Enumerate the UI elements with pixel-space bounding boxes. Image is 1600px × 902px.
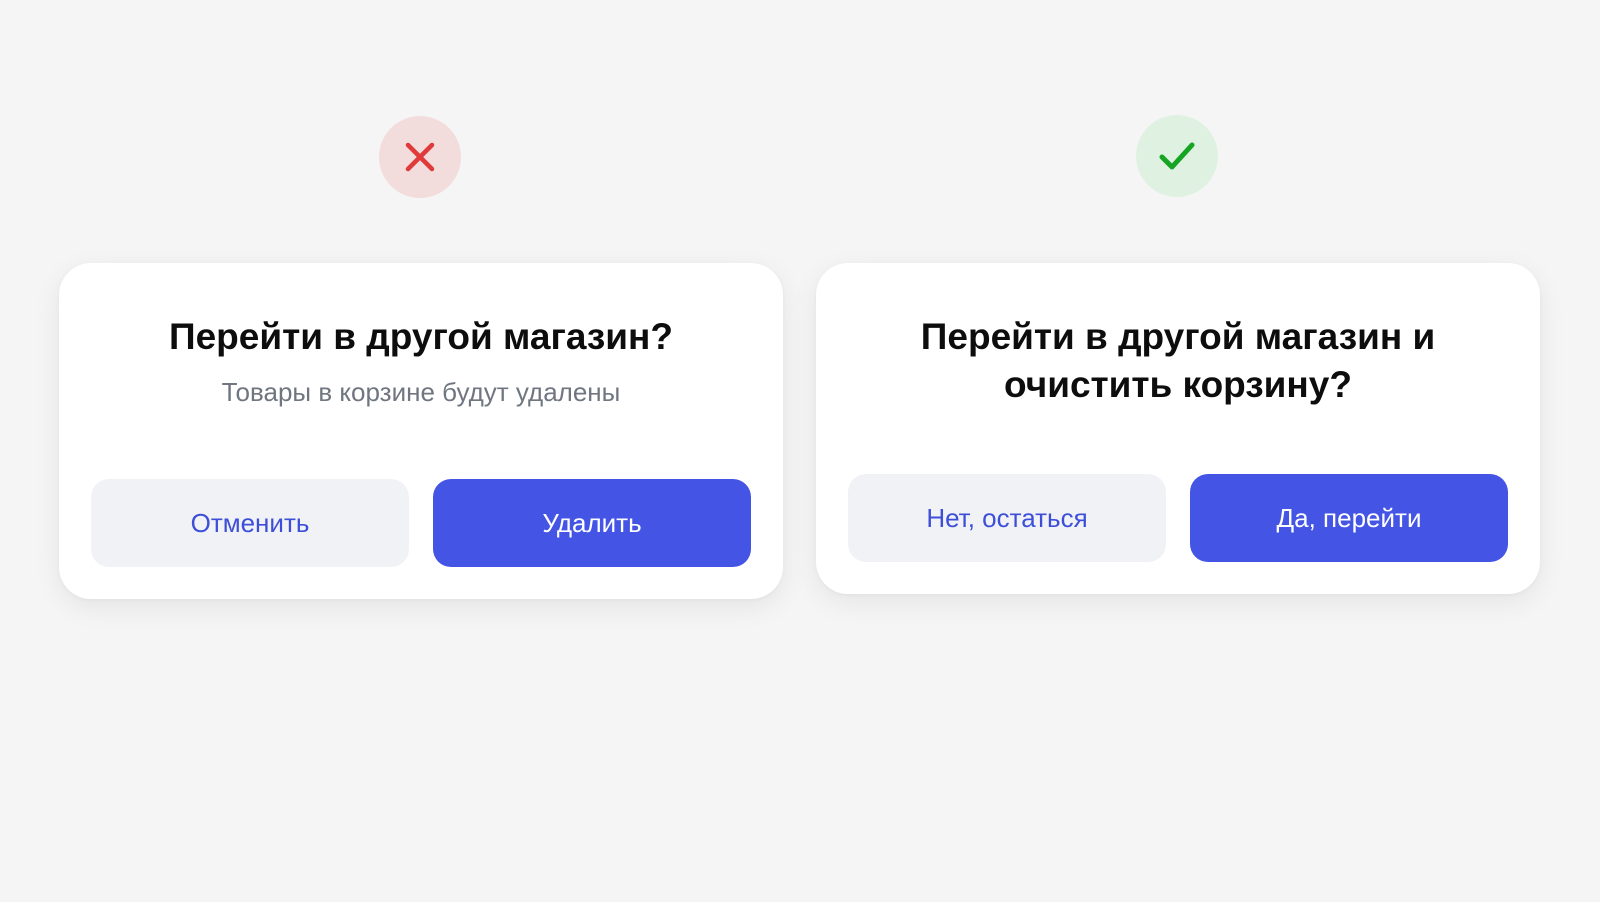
bad-example-dialog: Перейти в другой магазин? Товары в корзи…	[59, 263, 783, 599]
cancel-button[interactable]: Отменить	[91, 479, 409, 567]
dialog-subtitle: Товары в корзине будут удалены	[221, 377, 621, 407]
proceed-button[interactable]: Да, перейти	[1190, 474, 1508, 562]
dialog-title: Перейти в другой магазин и очистить корз…	[920, 316, 1436, 405]
stay-button[interactable]: Нет, остаться	[848, 474, 1166, 562]
dialog-title: Перейти в другой магазин?	[169, 316, 673, 357]
delete-button[interactable]: Удалить	[433, 479, 751, 567]
bad-example-badge	[379, 116, 461, 198]
good-example-dialog: Перейти в другой магазин и очистить корз…	[816, 263, 1540, 594]
check-icon	[1159, 142, 1195, 170]
good-example-badge	[1136, 115, 1218, 197]
cross-icon	[405, 142, 435, 172]
